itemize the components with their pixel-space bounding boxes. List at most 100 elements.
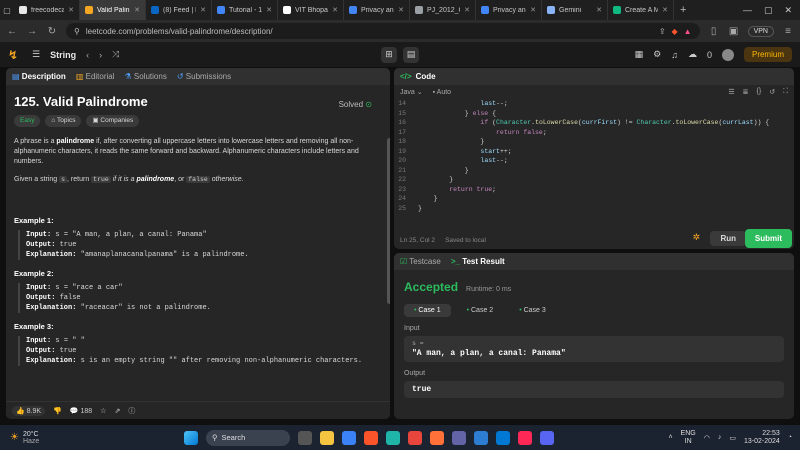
- clock[interactable]: 22:53 13-02-2024: [744, 430, 780, 446]
- like-button[interactable]: 👍 8.9K: [12, 405, 46, 416]
- tab-editorial[interactable]: ▥ Editorial: [76, 72, 115, 81]
- case-tab-2[interactable]: • Case 2: [457, 304, 504, 317]
- browser-tab[interactable]: freecodecamp ✕: [14, 0, 80, 20]
- vscode-icon[interactable]: [496, 430, 510, 445]
- teams-icon[interactable]: [452, 430, 466, 445]
- close-window-icon[interactable]: ✕: [784, 5, 792, 16]
- tray-chevron-icon[interactable]: ˄: [668, 434, 672, 441]
- taskbar-search[interactable]: ⚲ Search: [206, 429, 290, 446]
- menu-icon[interactable]: ≡: [782, 26, 794, 37]
- sparkle-icon[interactable]: ✲: [692, 232, 700, 243]
- notification-center-icon[interactable]: ◔: [788, 434, 792, 441]
- volume-icon[interactable]: ♪: [718, 434, 722, 441]
- language-indicator[interactable]: ENG IN: [681, 430, 696, 446]
- leetcode-logo-icon[interactable]: ↯: [8, 48, 22, 62]
- notifications-icon[interactable]: ♫: [671, 50, 678, 60]
- forward-icon[interactable]: →: [26, 26, 38, 37]
- help-icon[interactable]: ⓘ: [128, 406, 135, 416]
- store-icon[interactable]: [342, 430, 356, 445]
- comments-button[interactable]: 💬 188: [70, 407, 92, 415]
- firefox-icon[interactable]: [430, 430, 444, 445]
- brave-shield-icon[interactable]: ◆: [672, 27, 678, 36]
- chrome-icon[interactable]: [408, 430, 422, 445]
- notes-icon[interactable]: ▤: [403, 46, 419, 63]
- tab-close-icon[interactable]: ✕: [596, 6, 602, 14]
- tab-close-icon[interactable]: ✕: [332, 6, 338, 14]
- browser-tab[interactable]: PJ_2012_Comp ✕: [410, 0, 476, 20]
- dislike-icon[interactable]: 👎: [53, 407, 62, 415]
- edge-icon[interactable]: [386, 430, 400, 445]
- description-scrollbar[interactable]: [387, 138, 390, 304]
- maximize-icon[interactable]: ▢: [764, 5, 773, 16]
- tab-submissions[interactable]: ↺ Submissions: [177, 72, 231, 81]
- tab-close-icon[interactable]: ✕: [662, 6, 668, 14]
- weather-widget[interactable]: ☀ 20°C Haze: [0, 431, 180, 445]
- topics-chip[interactable]: ⌂ Topics: [45, 115, 82, 127]
- browser-tab[interactable]: Privacy and Se ✕: [344, 0, 410, 20]
- tab-close-icon[interactable]: ✕: [530, 6, 536, 14]
- case-tab-3[interactable]: • Case 3: [509, 304, 556, 317]
- tab-close-icon[interactable]: ✕: [200, 6, 206, 14]
- intellij-icon[interactable]: [518, 430, 532, 445]
- photos-icon[interactable]: [474, 430, 488, 445]
- back-icon[interactable]: ←: [6, 26, 18, 37]
- explorer-icon[interactable]: [320, 430, 334, 445]
- discord-icon[interactable]: [540, 430, 554, 445]
- layout-icon[interactable]: ▦: [635, 49, 644, 60]
- browser-tab[interactable]: Gemini ✕: [542, 0, 608, 20]
- language-select[interactable]: Java ⌄: [400, 88, 423, 96]
- browser-tab[interactable]: Tutorial - 1 ✕: [212, 0, 278, 20]
- tab-close-icon[interactable]: ✕: [68, 6, 74, 14]
- case-tab-1[interactable]: • Case 1: [404, 304, 451, 317]
- braces-icon[interactable]: {}: [757, 88, 762, 96]
- brave-rewards-icon[interactable]: ▲: [684, 27, 692, 36]
- brave-icon[interactable]: [364, 430, 378, 445]
- problem-list-icon[interactable]: ☰: [32, 49, 40, 60]
- browser-tab[interactable]: Create A Mong ✕: [608, 0, 674, 20]
- share-problem-icon[interactable]: ⇗: [114, 407, 120, 415]
- url-field[interactable]: ⚲ leetcode.com/problems/valid-palindrome…: [66, 23, 700, 39]
- reset-icon[interactable]: ↺: [769, 88, 775, 96]
- tab-description[interactable]: ▤ Description: [12, 72, 66, 81]
- next-problem-icon[interactable]: ›: [99, 50, 102, 60]
- avatar[interactable]: [721, 48, 734, 61]
- problem-list-label[interactable]: String: [50, 50, 76, 60]
- settings-icon[interactable]: ⚙: [653, 49, 661, 60]
- code-editor[interactable]: 14 last--; 15 } else {16 if (Character.to…: [394, 99, 794, 213]
- browser-menu-icon[interactable]: ▢: [0, 6, 14, 15]
- vpn-button[interactable]: VPN: [747, 25, 774, 37]
- tab-solutions[interactable]: ⚗ Solutions: [125, 72, 167, 81]
- share-icon[interactable]: ⇪: [659, 27, 666, 36]
- companies-chip[interactable]: ▣ Companies: [86, 115, 140, 127]
- bookmark-icon[interactable]: ☰: [728, 88, 734, 96]
- tab-close-icon[interactable]: ✕: [266, 6, 272, 14]
- sidebar-icon[interactable]: ▯: [708, 26, 720, 37]
- wifi-icon[interactable]: ◠: [704, 434, 710, 442]
- autocomplete-toggle[interactable]: ▪ Auto: [433, 89, 451, 96]
- debug-icon[interactable]: ⊞: [381, 46, 397, 63]
- format-icon[interactable]: ≣: [743, 88, 749, 96]
- browser-tab[interactable]: Privacy and Se ✕: [476, 0, 542, 20]
- browser-tab[interactable]: Valid Palin ✕: [80, 0, 146, 20]
- tab-test-result[interactable]: >_ Test Result: [451, 257, 505, 266]
- new-tab-button[interactable]: +: [674, 4, 692, 16]
- streak-icon[interactable]: ☁: [688, 49, 697, 60]
- fullscreen-icon[interactable]: ⛶: [783, 88, 788, 96]
- reload-icon[interactable]: ↻: [46, 26, 58, 37]
- premium-button[interactable]: Premium: [743, 47, 792, 62]
- tab-close-icon[interactable]: ✕: [464, 6, 470, 14]
- tab-close-icon[interactable]: ✕: [134, 6, 140, 14]
- battery-icon[interactable]: ▭: [729, 434, 736, 442]
- tab-close-icon[interactable]: ✕: [398, 6, 404, 14]
- wallet-icon[interactable]: ▣: [728, 26, 740, 37]
- submit-button[interactable]: Submit: [744, 229, 792, 248]
- prev-problem-icon[interactable]: ‹: [86, 50, 89, 60]
- browser-tab[interactable]: VIT Bhopal - V✕: [278, 0, 344, 20]
- minimize-icon[interactable]: —: [743, 5, 752, 16]
- task-view-icon[interactable]: [298, 430, 312, 445]
- site-info-icon[interactable]: ⚲: [74, 27, 80, 36]
- favorite-icon[interactable]: ☆: [100, 407, 106, 415]
- windows-start-icon[interactable]: [184, 430, 198, 445]
- browser-tab[interactable]: (8) Feed | Linke ✕: [146, 0, 212, 20]
- tab-testcase[interactable]: ☑ Testcase: [400, 257, 441, 266]
